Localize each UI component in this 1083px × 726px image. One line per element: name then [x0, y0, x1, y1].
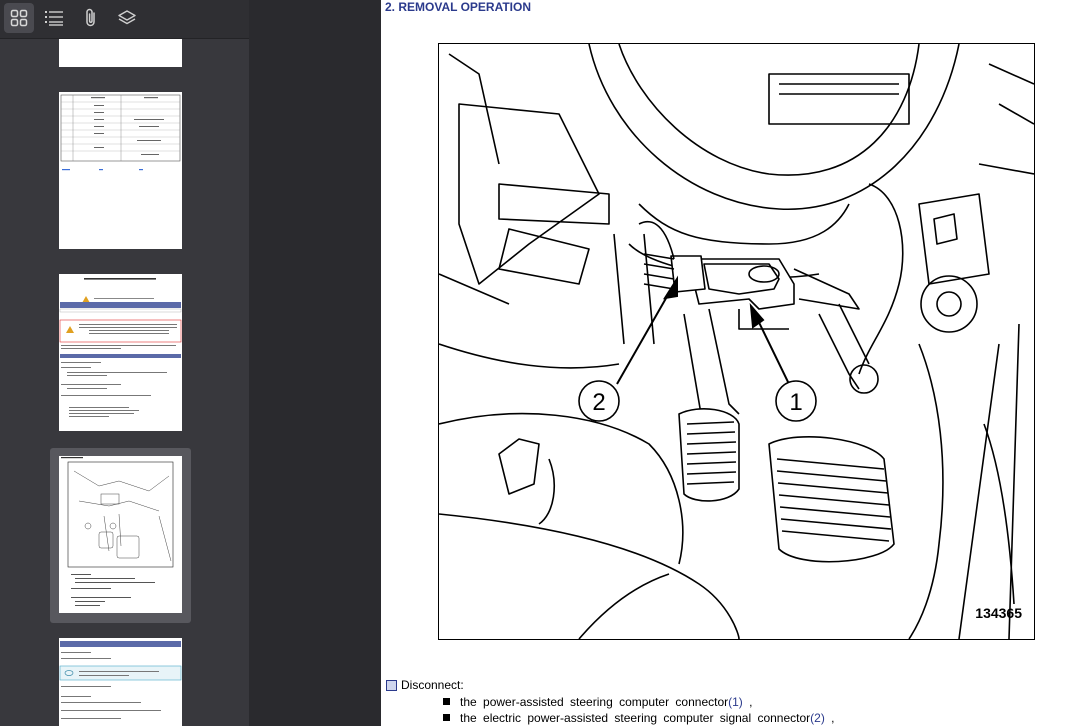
checkbox-icon: [386, 679, 397, 691]
bullet-icon: [443, 698, 450, 705]
instruction-text: Disconnect:: [401, 678, 464, 692]
thumbnails-icon: [10, 9, 28, 27]
thumbnail-text-preview: [59, 641, 182, 719]
layers-button[interactable]: [112, 3, 142, 33]
reference-link[interactable]: (1): [728, 695, 743, 709]
instruction-line: Disconnect:: [386, 678, 464, 692]
technical-drawing: 2 1 134365: [438, 43, 1035, 640]
callout-2-label: 2: [592, 389, 605, 416]
callout-1-label: 1: [789, 389, 802, 416]
bullet-icon: [443, 714, 450, 721]
list-item: the power-assisted steering computer con…: [443, 695, 752, 709]
thumbnail-table-preview: [60, 94, 181, 171]
steering-column-illustration: 2 1: [438, 43, 1035, 640]
thumbnail-figure-preview: [61, 457, 174, 606]
document-page: 2. REMOVAL OPERATION 2 1 134365 Disconne…: [381, 0, 1083, 726]
list-item: the electric power-assisted steering com…: [443, 711, 835, 725]
page-thumbnail-4[interactable]: [59, 456, 182, 613]
viewer-background: [249, 0, 381, 726]
sidebar: [0, 0, 249, 726]
attachments-button[interactable]: [76, 3, 106, 33]
section-heading: 2. REMOVAL OPERATION: [385, 0, 532, 14]
thumbnail-list[interactable]: [0, 39, 249, 726]
figure-number: 134365: [975, 605, 1022, 621]
attachments-icon: [86, 8, 95, 27]
reference-link[interactable]: (2): [810, 711, 825, 725]
outline-button[interactable]: [39, 3, 69, 33]
thumbnails-button[interactable]: [4, 3, 34, 33]
thumbnail-text-preview: [59, 278, 182, 417]
layers-icon: [118, 10, 136, 25]
page-thumbnail-3[interactable]: [59, 274, 182, 431]
page-thumbnail-1[interactable]: [59, 39, 182, 67]
page-thumbnail-2[interactable]: [59, 92, 182, 249]
page-thumbnail-5[interactable]: [59, 638, 182, 726]
sidebar-toolbar: [0, 0, 249, 39]
outline-icon: [45, 11, 63, 26]
